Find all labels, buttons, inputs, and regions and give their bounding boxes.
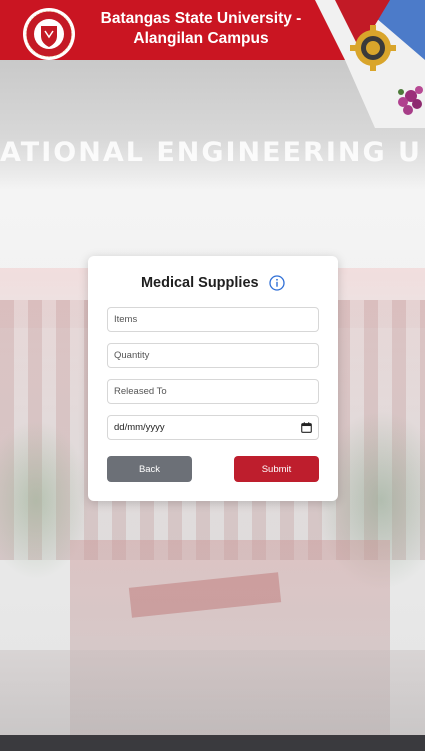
calendar-icon[interactable] (301, 422, 312, 433)
released-to-input[interactable] (107, 379, 319, 404)
building-sign-text: ATIONAL ENGINEERING U (0, 137, 422, 168)
date-placeholder: dd/mm/yyyy (114, 422, 165, 433)
university-title-line2: Alangilan Campus (133, 30, 269, 47)
items-input[interactable] (107, 307, 319, 332)
university-title-line1: Batangas State University - (100, 10, 302, 27)
submit-button[interactable]: Submit (234, 456, 319, 482)
engineering-gear-logo (315, 0, 425, 128)
form-header: Medical Supplies (88, 274, 338, 292)
footer-bar (0, 735, 425, 751)
quantity-input[interactable] (107, 343, 319, 368)
back-button[interactable]: Back (107, 456, 192, 482)
form-title: Medical Supplies (140, 274, 259, 291)
info-circle-icon[interactable] (269, 275, 285, 291)
university-seal-logo (23, 8, 75, 60)
date-input[interactable]: dd/mm/yyyy (107, 415, 319, 440)
university-title: Batangas State University - Alangilan Ca… (86, 9, 316, 49)
medical-supplies-form-card: Medical Supplies dd/mm/yyyy Back Submit (88, 256, 338, 501)
